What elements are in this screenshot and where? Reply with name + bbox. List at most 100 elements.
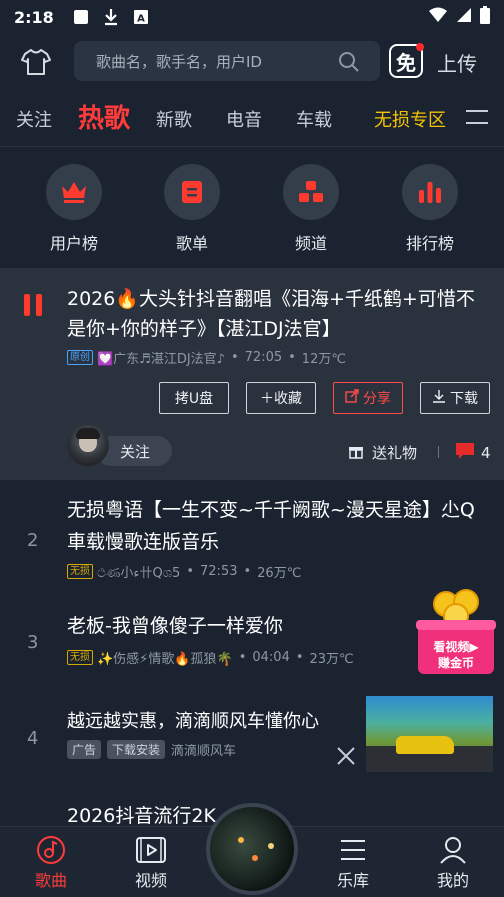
share-icon: [345, 389, 359, 407]
duration: 04:04: [252, 650, 290, 665]
user-ranking-shortcut[interactable]: 用户榜: [34, 164, 114, 254]
comment-count: 4: [481, 444, 491, 462]
channel-icon: [283, 164, 339, 220]
search-icon[interactable]: [338, 51, 360, 77]
channel-label: 频道: [294, 234, 327, 253]
comment-icon: [455, 442, 475, 464]
pause-icon[interactable]: [24, 294, 44, 316]
ad-image[interactable]: [366, 696, 493, 772]
tab-follow[interactable]: 关注: [16, 106, 52, 132]
ranking-icon: [402, 164, 458, 220]
share-button[interactable]: 分享: [333, 382, 403, 414]
now-playing-card[interactable]: 2026🔥大头针抖音翻唱《泪海+千纸鹤+可惜不是你+你的样子》【湛江DJ法官】 …: [0, 268, 504, 480]
music-disc-icon: [16, 833, 86, 867]
tab-lossless[interactable]: 无损专区: [374, 106, 446, 132]
download-small-icon: [432, 389, 446, 407]
ranking-label: 排行榜: [405, 234, 454, 253]
tab-hot[interactable]: 热歌: [78, 98, 130, 135]
svg-text:A: A: [137, 14, 145, 25]
close-icon[interactable]: [335, 745, 357, 767]
video-icon: [116, 833, 186, 867]
status-bar: 2:18 A: [0, 0, 504, 34]
nav-videos[interactable]: 视频: [116, 833, 186, 891]
tab-car[interactable]: 车载: [296, 106, 332, 132]
battery-icon: [480, 6, 490, 28]
tab-new[interactable]: 新歌: [156, 106, 192, 132]
advertiser-name: 滴滴顺风车: [171, 744, 237, 759]
ad-title[interactable]: 越远越实惠，滴滴顺风车懂你心: [67, 706, 367, 738]
song-title[interactable]: 老板-我曾像傻子一样爱你: [67, 610, 407, 642]
nav-library-label: 乐库: [336, 871, 369, 890]
original-badge: 原创: [67, 350, 93, 365]
tshirt-skin-icon[interactable]: [20, 46, 52, 78]
uploader-avatar[interactable]: [67, 424, 109, 466]
now-playing-meta: 原创 💟广东♬湛江DJ法官♪ • 72:05 • 12万℃: [67, 348, 346, 367]
now-playing-title[interactable]: 2026🔥大头针抖音翻唱《泪海+千纸鹤+可惜不是你+你的样子》【湛江DJ法官】: [67, 284, 487, 344]
watch-video-earn-coins[interactable]: 看视频▶ 赚金币: [416, 588, 496, 676]
notification-square-icon: [72, 8, 90, 26]
wifi-icon: [428, 7, 448, 27]
status-time: 2:18: [14, 7, 54, 27]
notification-dot: [416, 43, 424, 51]
nav-mine[interactable]: 我的: [418, 833, 488, 891]
copy-usb-button[interactable]: 拷U盘: [159, 382, 229, 414]
song-meta: 无损 ථණ小ء卄Qශ5 • 72:53 • 26万℃: [67, 562, 301, 581]
play-count: 26万℃: [257, 566, 302, 581]
lossless-badge: 无损: [67, 564, 93, 579]
play-count: 23万℃: [309, 652, 354, 667]
tab-electronic[interactable]: 电音: [226, 106, 262, 132]
gift-label: 送礼物: [372, 444, 418, 462]
download-icon: [102, 8, 120, 26]
upload-button[interactable]: 上传: [437, 48, 477, 77]
ad-tag: 广告: [67, 740, 102, 759]
nav-library[interactable]: 乐库: [318, 833, 388, 891]
lossless-badge: 无损: [67, 650, 93, 665]
divider: [0, 146, 504, 147]
comments-button[interactable]: 4: [455, 442, 491, 464]
uploader-name[interactable]: 💟广东♬湛江DJ法官♪: [97, 348, 225, 367]
download-label: 下载: [450, 391, 478, 407]
uploader-name[interactable]: ✨伤感⚡情歌🔥孤狼🌴: [97, 648, 233, 667]
follow-label: 关注: [120, 442, 151, 461]
song-rank: 3: [27, 632, 39, 653]
song-rank: 4: [27, 728, 39, 749]
collect-button[interactable]: ＋收藏: [246, 382, 316, 414]
category-tabs: 关注 热歌 新歌 电音 车载 无损专区: [0, 96, 504, 142]
gift-icon: [348, 443, 364, 463]
song-rank: 2: [27, 530, 39, 551]
nav-videos-label: 视频: [134, 871, 167, 890]
separator: [438, 446, 439, 458]
nav-mine-label: 我的: [436, 871, 469, 890]
user-ranking-label: 用户榜: [49, 234, 98, 253]
category-shortcuts: 用户榜 歌单 频道 排行榜: [0, 164, 504, 264]
app-a-icon: A: [132, 8, 150, 26]
free-mode-label: 免: [396, 50, 416, 75]
song-title[interactable]: 无损粤语【一生不变~千千阙歌~漫天星途】尐Q車载慢歌连版音乐: [67, 494, 477, 558]
promo-line1: 看视频▶: [433, 640, 479, 654]
ad-download-button[interactable]: 下载安装: [107, 740, 166, 759]
top-header: 歌曲名，歌手名，用户ID 免 上传: [0, 38, 504, 86]
search-input[interactable]: 歌曲名，歌手名，用户ID: [74, 41, 380, 81]
share-label: 分享: [363, 391, 391, 407]
playlist-label: 歌单: [175, 234, 208, 253]
playlist-shortcut[interactable]: 歌单: [152, 164, 232, 254]
download-button[interactable]: 下载: [420, 382, 490, 414]
free-mode-button[interactable]: 免: [389, 43, 424, 78]
duration: 72:53: [200, 564, 238, 579]
uploader-name[interactable]: ථණ小ء卄Qශ5: [97, 562, 180, 581]
search-placeholder: 歌曲名，歌手名，用户ID: [96, 52, 262, 71]
ranking-shortcut[interactable]: 排行榜: [390, 164, 470, 254]
song-meta: 无损 ✨伤感⚡情歌🔥孤狼🌴 • 04:04 • 23万℃: [67, 648, 354, 667]
gift-button[interactable]: 送礼物: [348, 442, 417, 463]
library-icon: [318, 833, 388, 867]
user-icon: [418, 833, 488, 867]
promo-line2: 赚金币: [437, 656, 474, 670]
duration: 72:05: [244, 350, 283, 365]
now-playing-disc[interactable]: [206, 803, 298, 895]
tabs-menu-icon[interactable]: [466, 110, 488, 126]
nav-songs[interactable]: 歌曲: [16, 833, 86, 891]
song-row[interactable]: 2 无损粤语【一生不变~千千阙歌~漫天星途】尐Q車载慢歌连版音乐 无损 ථණ小ء…: [0, 492, 504, 592]
crown-icon: [46, 164, 102, 220]
signal-icon: [456, 7, 472, 27]
channel-shortcut[interactable]: 频道: [271, 164, 351, 254]
